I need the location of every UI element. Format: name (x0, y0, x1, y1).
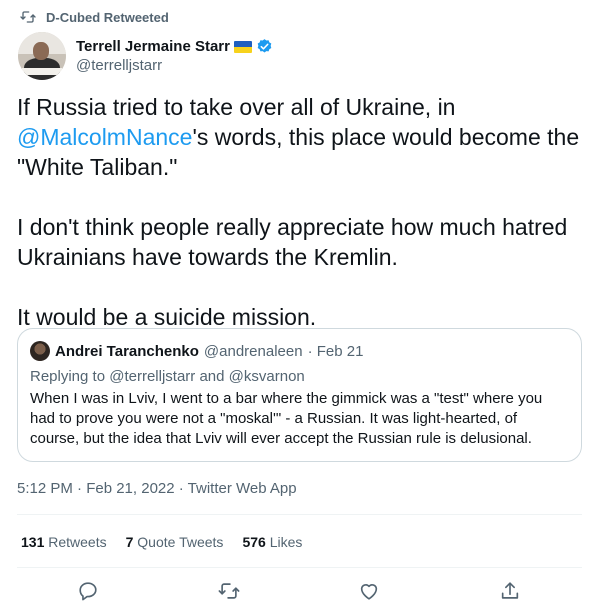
avatar[interactable] (18, 32, 66, 80)
retweet-icon (20, 11, 36, 23)
reply-button[interactable] (77, 580, 99, 602)
share-button[interactable] (499, 580, 521, 602)
retweet-button[interactable] (218, 580, 240, 602)
author-handle[interactable]: @terrelljstarr (76, 57, 273, 74)
retweeted-by-label: D-Cubed Retweeted (46, 9, 169, 25)
reply-mention-2: @ksvarnon (228, 368, 305, 385)
tweet-text: If Russia tried to take over all of Ukra… (17, 92, 587, 362)
quoted-tweet[interactable]: Andrei Taranchenko @andrenaleen · Feb 21… (17, 328, 582, 462)
tweet-author: Terrell Jermaine Starr @terrelljstarr (18, 32, 273, 80)
action-bar (0, 578, 598, 608)
quote-author-name: Andrei Taranchenko (55, 342, 199, 360)
author-name[interactable]: Terrell Jermaine Starr (76, 38, 230, 55)
quote-avatar (30, 341, 50, 361)
quote-date: · Feb 21 (307, 342, 364, 360)
quote-tweets-stat[interactable]: 7 Quote Tweets (126, 534, 224, 550)
retweet-icon (218, 583, 240, 599)
like-button[interactable] (358, 580, 380, 602)
divider (17, 514, 582, 515)
retweeted-by-bar[interactable]: D-Cubed Retweeted (20, 9, 169, 25)
divider (17, 567, 582, 568)
share-icon (501, 582, 519, 599)
verified-badge-icon (257, 39, 272, 53)
like-icon (360, 584, 378, 600)
tweet-paragraph-2: I don't think people really appreciate h… (17, 214, 568, 270)
reply-mention-1: @terrelljstarr (109, 368, 196, 385)
tweet-paragraph-1: If Russia tried to take over all of Ukra… (17, 94, 580, 180)
mention-link[interactable]: @MalcolmNance (17, 124, 192, 150)
quote-text: When I was in Lviv, I went to a bar wher… (30, 390, 543, 447)
reply-icon (79, 582, 97, 601)
quote-author-handle: @andrenaleen (203, 342, 303, 360)
retweets-stat[interactable]: 131 Retweets (21, 534, 107, 550)
quote-replying-to: Replying to @terrelljstarr and @ksvarnon (30, 368, 305, 385)
ukraine-flag-icon (233, 40, 252, 53)
likes-stat[interactable]: 576 Likes (242, 534, 302, 550)
tweet-timestamp[interactable]: 5:12 PM · Feb 21, 2022 · Twitter Web App (17, 480, 297, 497)
engagement-stats: 131 Retweets 7 Quote Tweets 576 Likes (21, 534, 302, 550)
